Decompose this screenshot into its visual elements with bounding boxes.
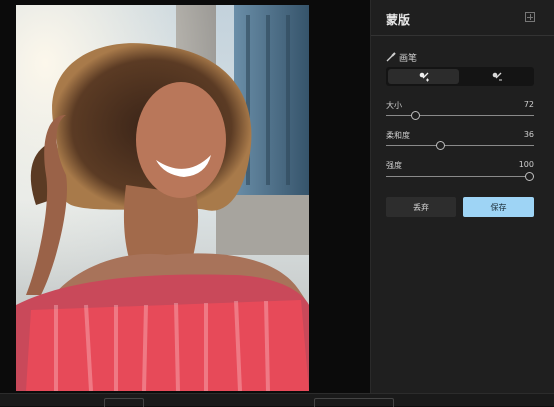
size-value: 72 [523,100,534,109]
strength-label: 强度 [386,161,402,170]
panel-header: 蒙版 [371,0,554,36]
softness-slider[interactable] [386,141,534,150]
size-slider-thumb[interactable] [411,111,421,120]
brush-erase-icon [492,72,502,80]
brush-erase-button[interactable] [461,69,532,84]
photo-image [16,5,309,391]
brush-section-text: 画笔 [399,54,418,64]
brush-section-label: 画笔 [386,51,417,64]
photo-canvas[interactable] [16,5,309,391]
expand-icon[interactable] [525,12,535,22]
softness-slider-thumb[interactable] [436,141,446,150]
size-slider[interactable] [386,111,534,120]
save-button[interactable]: 保存 [463,197,534,217]
bottom-toolbar [0,393,554,407]
softness-label: 柔和度 [386,131,410,140]
panel-title: 蒙版 [386,13,411,27]
bottom-toolbar-control[interactable] [314,398,394,407]
bottom-toolbar-control[interactable] [104,398,144,407]
strength-slider-thumb[interactable] [525,172,534,181]
brush-add-icon [419,72,429,81]
mask-panel: 蒙版 画笔 大小 72 柔和度 36 强度 100 丢弃 保存 [370,0,554,393]
discard-button[interactable]: 丢弃 [386,197,456,217]
brush-icon [386,52,396,62]
canvas-area [0,0,370,393]
brush-add-button[interactable] [388,69,459,84]
brush-mode-toggle [386,67,534,86]
strength-value: 100 [518,160,534,169]
strength-slider[interactable] [386,172,534,181]
softness-value: 36 [523,130,534,139]
size-label: 大小 [386,101,402,110]
